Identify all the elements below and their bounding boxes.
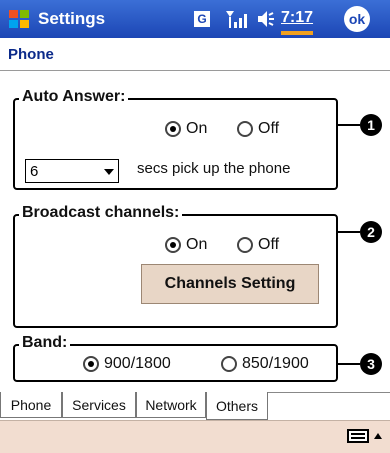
radio-unselected-icon [237,121,253,137]
speaker-icon[interactable] [252,8,276,30]
radio-selected-icon [165,237,181,253]
radio-unselected-icon [237,237,253,253]
callout-marker-3: 3 [360,353,382,375]
auto-answer-group: Auto Answer: On Off 6 secs pick up the p… [13,88,338,190]
radio-selected-icon [165,121,181,137]
radio-selected-icon [83,356,99,372]
seconds-dropdown[interactable]: 6 [25,159,119,183]
broadcast-group: Broadcast channels: On Off Channels Sett… [13,204,338,328]
divider [0,70,390,71]
radio-label: Off [258,236,280,253]
page-title: Phone [8,46,54,63]
ok-button[interactable]: ok [344,6,370,32]
callout-line-2 [338,231,360,233]
broadcast-on-radio[interactable]: On [165,236,207,254]
tab-network[interactable]: Network [136,392,206,418]
broadcast-off-radio[interactable]: Off [237,236,279,254]
tab-services[interactable]: Services [62,392,136,418]
radio-label: 900/1800 [104,355,171,372]
callout-marker-1: 1 [360,114,382,136]
battery-indicator [281,31,313,35]
band-group: Band: 900/1800 850/1900 [13,334,338,382]
app-title: Settings [38,9,106,28]
callout-line-3 [338,363,360,365]
clock[interactable]: 7:17 [281,9,313,27]
band-850-1900-radio[interactable]: 850/1900 [221,355,309,373]
radio-label: On [186,120,208,137]
channels-setting-button[interactable]: Channels Setting [141,264,319,304]
auto-answer-off-radio[interactable]: Off [237,120,279,138]
callout-line-1 [338,124,360,126]
broadcast-legend: Broadcast channels: [19,204,183,222]
callout-marker-2: 2 [360,221,382,243]
chevron-up-icon[interactable] [374,433,382,439]
band-900-1800-radio[interactable]: 900/1800 [83,355,171,373]
auto-answer-legend: Auto Answer: [19,88,129,106]
band-legend: Band: [19,334,71,352]
radio-label: On [186,236,208,253]
tab-others[interactable]: Others [206,392,268,420]
dropdown-value: 6 [30,163,39,180]
radio-unselected-icon [221,356,237,372]
radio-label: Off [258,120,280,137]
keyboard-icon[interactable] [347,429,369,443]
bottom-menu-bar [0,420,390,453]
radio-label: 850/1900 [242,355,309,372]
chevron-down-icon [104,169,114,175]
signal-icon[interactable] [224,8,248,30]
windows-start-icon[interactable] [6,6,32,32]
title-bar: Settings G 7:17 ok [0,0,390,38]
auto-answer-on-radio[interactable]: On [165,120,207,138]
gprs-icon[interactable]: G [194,11,210,27]
pick-up-label: secs pick up the phone [137,160,291,177]
tab-phone[interactable]: Phone [0,392,62,418]
